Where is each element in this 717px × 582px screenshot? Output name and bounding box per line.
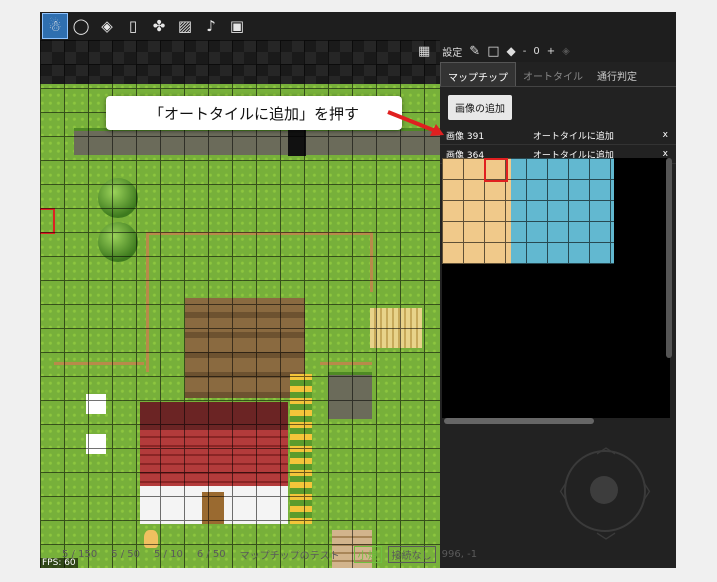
music-icon[interactable]: ♪ [198,13,224,39]
stat-images: 5 / 10 [154,548,183,560]
image-icon[interactable]: ▨ [172,13,198,39]
arrow-right-icon [387,110,444,136]
coords-readout: 996, -1 [441,548,478,560]
horizontal-scrollbar[interactable] [444,418,594,424]
dpad-knob[interactable] [590,476,618,504]
rectangle-icon[interactable]: □ [487,44,499,59]
add-to-autotile-link[interactable]: オートタイルに追加 [533,129,614,142]
panel-tabs: マップチップ オートタイル 通行判定 [440,62,676,87]
arrow-up-icon[interactable]: ︿ [596,430,616,459]
eraser-icon[interactable]: ◆ [507,44,516,58]
stack-icon[interactable]: ◈ [562,46,570,57]
tab-autotile[interactable]: オートタイル [516,62,590,86]
stat-scripts: 6 / 50 [196,548,226,560]
book-icon[interactable]: ▯ [120,13,146,39]
arrow-right-icon[interactable]: 〉 [642,476,662,505]
tileset-tiles[interactable] [442,158,614,264]
counter-minus[interactable]: - [523,46,527,57]
size-badge: 小規 [353,545,382,563]
save-icon[interactable]: ▣ [224,13,250,39]
image-name: 画像 391 [446,131,485,142]
remove-image-button[interactable]: x [663,130,668,140]
settings-label[interactable]: 設定 [442,44,462,59]
puzzle-icon[interactable]: ✤ [146,13,172,39]
connection-badge: 接続なし [387,545,436,563]
vertical-scrollbar[interactable] [666,158,672,358]
character-icon[interactable]: ☃ [42,13,68,39]
pencil-icon[interactable]: ✎ [469,44,480,59]
editor-window: ☃ ◯ ◈ ▯ ✤ ▨ ♪ ▣ ▦ 設定 ✎ □ ◆ - 0 + ◈ マップチッ… [40,12,676,568]
tab-mapchip[interactable]: マップチップ [440,62,516,86]
layers-icon[interactable]: ◈ [94,13,120,39]
map-name: マップチップのテスト [239,550,340,562]
top-toolbar: ☃ ◯ ◈ ▯ ✤ ▨ ♪ ▣ [40,12,676,40]
balloon-icon[interactable]: ◯ [68,13,94,39]
stat-maps: 5 / 50 [111,548,141,560]
tile-selection [484,158,508,182]
layout-icon[interactable]: ▦ [418,44,430,59]
status-bar: 5 / 150 5 / 50 5 / 10 6 / 50 マップチップのテスト … [40,540,676,568]
panel-toolbar: ▦ 設定 ✎ □ ◆ - 0 + ◈ [418,40,676,62]
tileset-palette[interactable] [442,158,670,418]
counter-value: 0 [533,45,540,57]
tab-passability[interactable]: 通行判定 [590,62,644,86]
instruction-callout: 「オートタイルに追加」を押す [106,96,402,130]
arrow-left-icon[interactable]: 〈 [548,476,568,505]
image-row: 画像 391 オートタイルに追加 x [440,126,676,145]
counter-plus[interactable]: + [547,46,555,57]
virtual-dpad[interactable]: ︿ ﹀ 〈 〉 [548,434,662,554]
tile-panel: ▦ 設定 ✎ □ ◆ - 0 + ◈ マップチップ オートタイル 通行判定 画像… [418,40,676,568]
add-image-button[interactable]: 画像の追加 [448,95,512,120]
fps-counter: FPS: 60 [40,558,78,568]
